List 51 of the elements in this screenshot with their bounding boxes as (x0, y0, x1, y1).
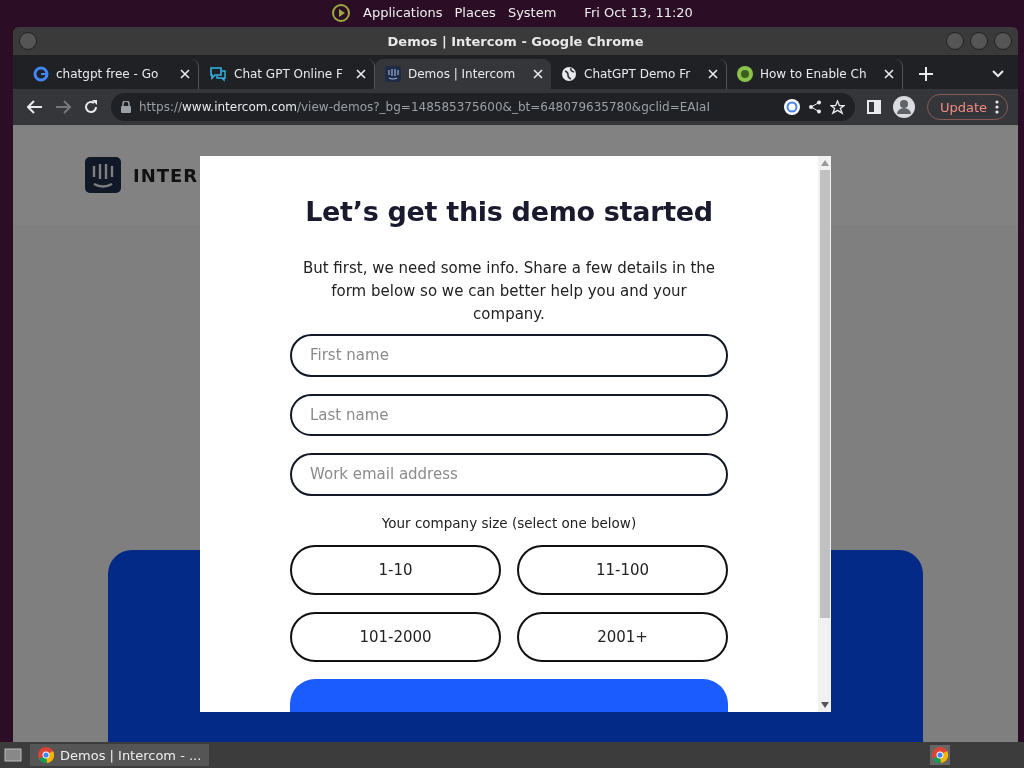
clock[interactable]: Fri Oct 13, 11:20 (584, 5, 693, 20)
logo-text: INTER (133, 164, 199, 186)
scrollbar[interactable] (818, 156, 831, 712)
browser-tab[interactable]: Demos | Intercom (375, 59, 551, 89)
intercom-logo-icon (85, 157, 121, 193)
distro-logo-icon[interactable] (331, 2, 352, 23)
chrome-icon (932, 747, 948, 763)
chrome-tray-icon[interactable] (930, 745, 950, 765)
text-field[interactable]: Work email address (290, 453, 728, 496)
panel-menu[interactable]: System (507, 5, 557, 20)
round-logo-icon (737, 66, 753, 82)
text-field[interactable]: First name (290, 334, 728, 377)
size-option-button[interactable]: 101-2000 (290, 611, 501, 662)
scroll-down-icon[interactable] (820, 702, 829, 708)
reload-icon[interactable] (83, 99, 99, 115)
close-icon[interactable] (356, 69, 366, 79)
chrome-icon (38, 747, 54, 763)
close-icon[interactable] (533, 69, 543, 79)
globe-icon (561, 66, 577, 82)
text-field[interactable]: Last name (290, 393, 728, 436)
address-bar[interactable]: https://www.intercom.com/view-demos?_bg=148585375600&_bt=648079635780&gclid=EAIaI (111, 93, 855, 121)
chevron-down-icon[interactable] (992, 70, 1004, 78)
new-tab-icon[interactable] (919, 67, 933, 81)
size-option-button[interactable]: 2001+ (517, 611, 728, 662)
intro-text: But first, we need some info. Share a few details in the form below so we can better help you and your company. (301, 258, 717, 325)
close-icon[interactable] (180, 69, 190, 79)
submit-button[interactable] (290, 678, 728, 712)
size-option-button[interactable]: 1-10 (290, 544, 501, 595)
chat-bubble-icon (209, 66, 227, 82)
side-panel-icon[interactable] (866, 100, 881, 114)
intercom-logo-icon (385, 66, 401, 82)
star-icon[interactable] (829, 99, 845, 115)
google-icon (33, 66, 49, 82)
back-icon[interactable] (27, 100, 43, 114)
google-icon[interactable] (783, 99, 800, 115)
show-desktop-icon[interactable] (4, 747, 22, 763)
panel-menu[interactable]: Applications (363, 5, 443, 20)
taskbar-window-button[interactable]: Demos | Intercom - ... (30, 744, 210, 766)
lock-icon (121, 101, 131, 113)
forward-icon[interactable] (55, 100, 71, 114)
size-option-button[interactable]: 11-100 (517, 544, 728, 595)
close-icon[interactable] (884, 69, 894, 79)
profile-avatar-icon[interactable] (892, 96, 915, 118)
scrollbar-thumb[interactable] (819, 170, 830, 618)
more-icon (995, 100, 999, 114)
size-label: Your company size (select one below) (381, 514, 637, 531)
share-icon[interactable] (807, 100, 822, 114)
window-title: Demos | Intercom - Google Chrome (387, 33, 644, 49)
panel-menu[interactable]: Places (454, 5, 496, 20)
close-icon[interactable] (708, 69, 718, 79)
dialog-title: Let’s get this demo started (305, 196, 713, 227)
